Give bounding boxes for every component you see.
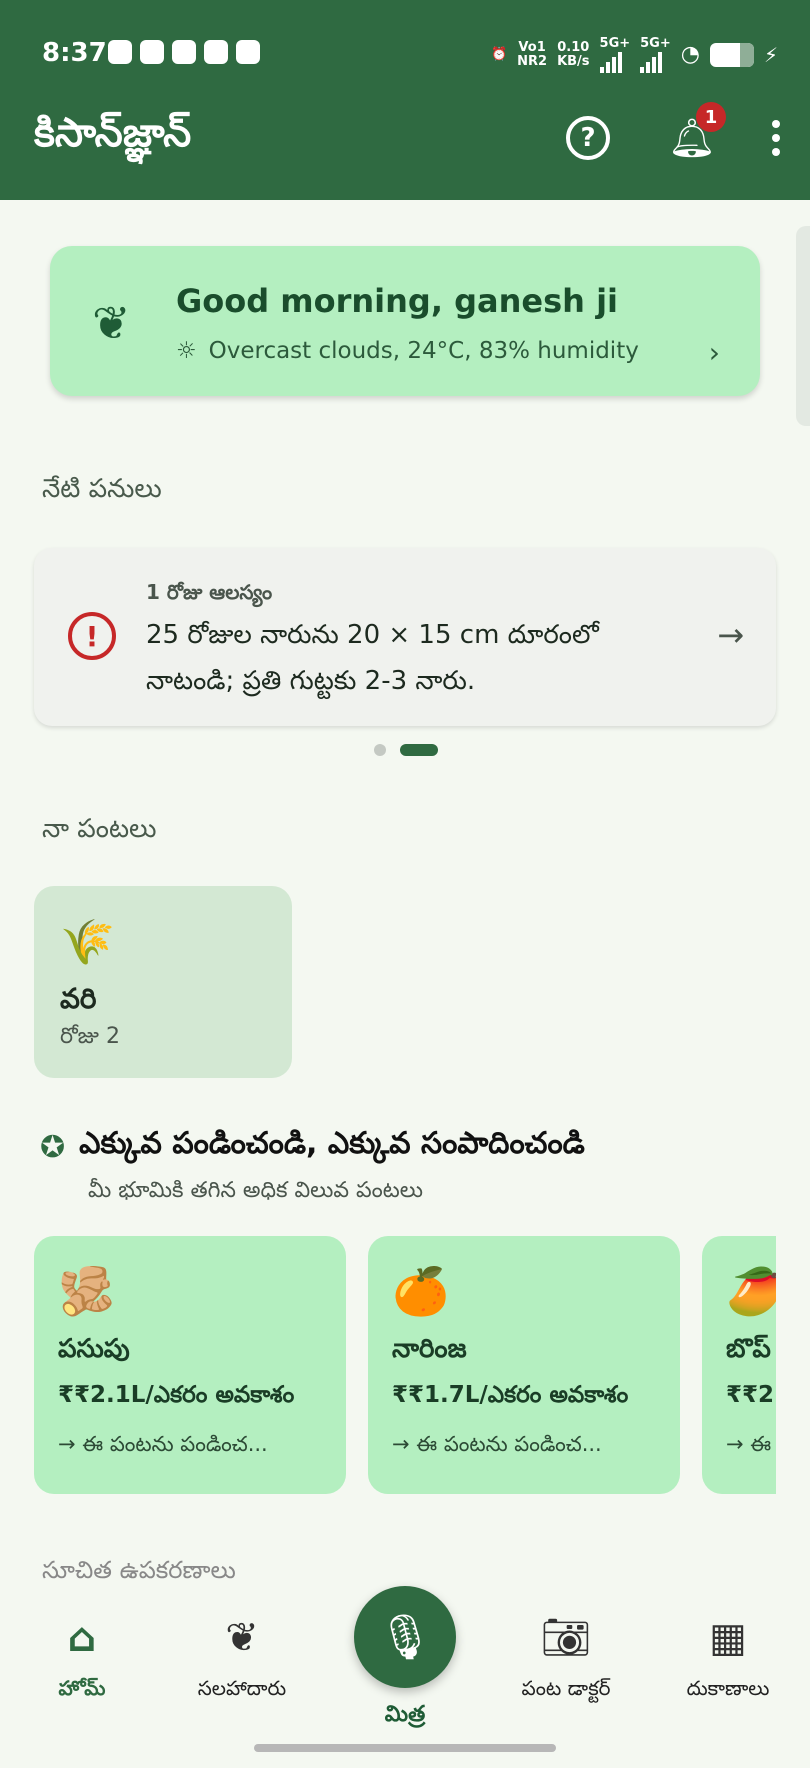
opportunity-card[interactable]: 🫚 పసుపు ₹₹2.1L/ఎకరం అవకాశం → ఈ పంటను పండ… [34,1236,346,1494]
chevron-right-icon: › [708,336,720,369]
earn-more-header: ✪ ఎక్కువ పండించండి, ఎక్కువ సంపాదించండి [40,1126,585,1168]
system-status: ⏰ Vo1 NR2 0.10 KB/s 5G+ 5G+ ◔ ⚡ [491,36,778,73]
leaf-icon: ❦ [92,296,131,350]
weather-summary: ☼ Overcast clouds, 24°C, 83% humidity [176,338,639,364]
status-time: 8:37 [42,38,107,68]
nav-home-label: హోమ్ [58,1676,106,1700]
crop-day: రోజు 2 [60,1024,120,1049]
weather-text: Overcast clouds, 24°C, 83% humidity [208,338,639,364]
alert-icon: ! [68,612,116,660]
signal-1: 5G+ [599,36,631,73]
opportunity-name: నారింజ [392,1334,467,1364]
wifi-icon: ◔ [680,42,700,67]
home-indicator[interactable] [254,1744,556,1752]
battery-icon [709,42,754,67]
voice-assistant-button[interactable]: 🎙︎ [354,1586,456,1688]
opportunity-cta[interactable]: → ఈ పంటను పండించ... [392,1432,602,1462]
carousel-dot-active[interactable] [400,744,438,756]
signal-2: 5G+ [640,36,671,73]
nav-advisor[interactable]: ❦ సలహాదారు [162,1610,322,1705]
nav-crop-doctor-label: పంట డాక్టర్ [521,1676,611,1700]
opportunity-value: ₹₹2.1L/ఎకరం అవకాశం [58,1382,295,1408]
opportunity-cta[interactable]: → ఈ పంటను పండించ... [58,1432,268,1462]
greeting-title: Good morning, ganesh ji [176,282,619,320]
leaf-icon: ❦ [225,1615,259,1661]
partial-section-title: సూచిత ఉపకరణాలు [42,1556,236,1584]
nav-crop-doctor[interactable]: 📷︎ పంట డాక్టర్ [486,1610,646,1705]
opportunity-value: ₹₹1.7L/ఎకరం అవకాశం [392,1382,629,1408]
crop-card[interactable]: 🌾 వరి రోజు 2 [34,886,292,1078]
ginger-icon: 🫚 [58,1264,116,1318]
task-card[interactable]: ! 1 రోజు ఆలస్యం 25 రోజుల నారును 20 × 15 … [34,548,776,726]
help-icon[interactable]: ? [566,116,610,160]
home-icon: ⌂ [67,1615,97,1661]
opportunity-cta[interactable]: → ఈ [726,1432,771,1462]
top-app-bar: 8:37 ⏰ Vo1 NR2 0.10 KB/s 5G+ 5G+ ◔ ⚡ కిస… [0,0,810,200]
nav-shops-label: దుకాణాలు [686,1676,770,1700]
notifications-button[interactable]: 🔔︎ 1 [668,102,726,160]
carousel-dot[interactable] [374,744,386,756]
alarm-icon: ⏰ [490,47,508,62]
tasks-section-title: నేటి పనులు [42,474,162,504]
app-icon [236,40,260,64]
notification-badge: 1 [696,102,726,132]
opportunity-card[interactable]: 🍊 నారింజ ₹₹1.7L/ఎకరం అవకాశం → ఈ పంటను పం… [368,1236,680,1494]
signal-bars-icon [640,51,671,73]
arrow-right-icon: → [717,616,744,654]
telegram-icon [140,40,164,64]
award-icon: ✪ [40,1129,66,1165]
bottom-navigation: ⌂ హోమ్ ❦ సలహాదారు 🎙︎ మిత్ర 📷︎ పంట డాక్టర… [0,1586,810,1768]
chat-icon [108,40,132,64]
task-delay: 1 రోజు ఆలస్యం [146,580,273,604]
orange-icon: 🍊 [392,1264,450,1318]
my-crops-section-title: నా పంటలు [42,814,157,844]
mango-icon: 🥭 [726,1264,776,1318]
microphone-icon: 🎙︎ [377,1612,433,1663]
charging-icon: ⚡ [763,42,778,67]
opportunity-card[interactable]: 🥭 బొప్ ₹₹2. → ఈ [702,1236,776,1494]
earn-more-title: ఎక్కువ పండించండి, ఎక్కువ సంపాదించండి [79,1126,585,1161]
sun-icon: ☼ [176,338,197,364]
nav-home[interactable]: ⌂ హోమ్ [2,1610,162,1705]
mail-icon [204,40,228,64]
usb-icon [172,40,196,64]
crop-name: వరి [60,982,97,1015]
volte-indicator: Vo1 NR2 [517,39,548,69]
task-text: 25 రోజుల నారును 20 × 15 cm దూరంలో నాటండి… [146,620,599,696]
side-panel-handle[interactable] [796,226,810,426]
rice-icon: 🌾 [60,917,115,968]
earn-more-subtitle: మీ భూమికి తగిన అధిక విలువ పంటలు [88,1178,424,1203]
more-options-icon[interactable] [770,120,782,156]
app-title: కిసాన్‌జ్ఞాన్ [34,110,192,156]
camera-icon: 📷︎ [540,1615,592,1661]
nav-advisor-label: సలహాదారు [197,1676,287,1700]
greeting-card[interactable]: ❦ Good morning, ganesh ji ☼ Overcast clo… [50,246,760,396]
nav-mitra-label: మిత్ర [384,1702,426,1727]
opportunity-carousel[interactable]: 🫚 పసుపు ₹₹2.1L/ఎకరం అవకాశం → ఈ పంటను పండ… [34,1236,776,1496]
signal-bars-icon [599,51,631,73]
notification-icons [108,40,260,64]
opportunity-name: పసుపు [58,1334,130,1364]
store-icon: ▦ [709,1615,747,1661]
nav-shops[interactable]: ▦ దుకాణాలు [648,1610,808,1705]
carousel-indicator [374,744,438,756]
opportunity-name: బొప్ [726,1334,771,1364]
opportunity-value: ₹₹2. [726,1382,776,1408]
network-speed: 0.10 KB/s [557,39,590,69]
